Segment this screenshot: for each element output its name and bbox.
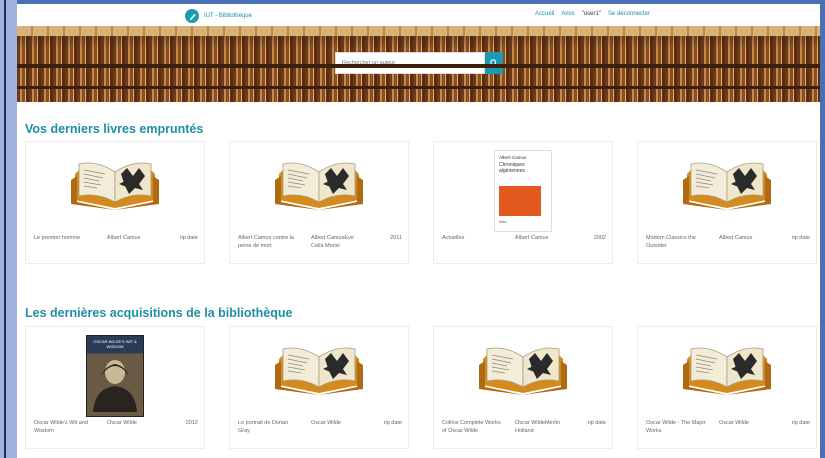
wilde-book-cover: OSCAR WILDE'S WIT & WISDOM bbox=[86, 335, 144, 417]
book-title: Albert Camus contre la peine de mort bbox=[238, 235, 294, 249]
book-title: Actuelles bbox=[442, 235, 465, 241]
book-cover-area[interactable] bbox=[638, 339, 816, 409]
book-card[interactable]: Albert Camus Chroniques algériennes folio A… bbox=[433, 141, 613, 264]
book-author: Oscar Wilde bbox=[311, 420, 341, 426]
brand-title: IUT - Bibliothèque bbox=[204, 13, 252, 19]
book-cover-area[interactable] bbox=[26, 154, 204, 224]
book-icon bbox=[71, 162, 159, 210]
nav-current-user[interactable]: "user1" bbox=[582, 11, 601, 17]
book-card[interactable]: Modern Classics the Outsider Albert Camus… bbox=[637, 141, 817, 264]
book-meta: Modern Classics the Outsider Albert Camus… bbox=[646, 234, 810, 250]
book-cover-area[interactable] bbox=[230, 339, 408, 409]
nav-link-amis[interactable]: Amis bbox=[561, 11, 574, 17]
book-meta: Collins Complete Works of Oscar Wilde Osc… bbox=[442, 419, 606, 435]
book-author: Albert Camus bbox=[107, 235, 141, 241]
top-navbar: IUT - Bibliothèque Accueil Amis "user1" … bbox=[17, 4, 820, 26]
window-left-edge bbox=[0, 0, 17, 458]
book-card[interactable]: Le portrait de Dorian Gray Oscar Wilde rip… bbox=[229, 326, 409, 449]
nav-link-accueil[interactable]: Accueil bbox=[535, 11, 554, 17]
book-author: Oscar Wilde bbox=[719, 420, 749, 426]
book-author: Albert CamusEve Celia Morisi bbox=[311, 235, 354, 249]
book-date: rip date bbox=[179, 235, 198, 241]
book-date: rip date bbox=[791, 235, 810, 241]
section-title-acquisitions: Les dernières acquisitions de la bibliot… bbox=[25, 306, 293, 320]
book-title: Oscar Wilde - The Major Works bbox=[646, 420, 706, 434]
book-meta: Le portrait de Dorian Gray Oscar Wilde rip… bbox=[238, 419, 402, 435]
book-author: Oscar Wilde bbox=[107, 420, 137, 426]
book-meta: Oscar Wilde - The Major Works Oscar Wilde… bbox=[646, 419, 810, 435]
library-hero-banner bbox=[17, 26, 820, 102]
search-icon bbox=[490, 59, 498, 67]
book-date: 2011 bbox=[390, 235, 402, 241]
book-meta: Le premier homme Albert Camus rip date bbox=[34, 234, 198, 242]
book-date: rip date bbox=[791, 420, 810, 426]
book-icon bbox=[683, 162, 771, 210]
book-cover-area[interactable]: OSCAR WILDE'S WIT & WISDOM bbox=[26, 335, 204, 417]
book-meta: Albert Camus contre la peine de mort Albe… bbox=[238, 234, 402, 250]
book-meta: Actuelles Albert Camus 2002 bbox=[442, 234, 606, 242]
book-date: 2002 bbox=[593, 235, 606, 241]
cover-art bbox=[499, 186, 541, 216]
book-icon bbox=[275, 347, 363, 395]
nav-links: Accueil Amis "user1" Se déconnecter bbox=[535, 11, 650, 17]
book-author: Albert Camus bbox=[719, 235, 753, 241]
book-card[interactable]: Le premier homme Albert Camus rip date bbox=[25, 141, 205, 264]
cover-title: Chroniques algériennes bbox=[499, 162, 525, 174]
book-cover-area[interactable]: Albert Camus Chroniques algériennes folio bbox=[434, 150, 612, 232]
book-card[interactable]: Oscar Wilde - The Major Works Oscar Wilde… bbox=[637, 326, 817, 449]
book-card[interactable]: OSCAR WILDE'S WIT & WISDOM Oscar Wilde's … bbox=[25, 326, 205, 449]
section-title-borrowed: Vos derniers livres empruntés bbox=[25, 122, 204, 136]
book-title: Le portrait de Dorian Gray bbox=[238, 420, 289, 434]
book-title: Le premier homme bbox=[34, 235, 81, 241]
book-icon bbox=[275, 162, 363, 210]
book-cover-area[interactable] bbox=[638, 154, 816, 224]
book-logo-icon bbox=[185, 9, 199, 23]
book-title: Collins Complete Works of Oscar Wilde bbox=[442, 420, 501, 434]
browser-viewport: IUT - Bibliothèque Accueil Amis "user1" … bbox=[17, 4, 820, 458]
book-date: rip date bbox=[587, 420, 606, 426]
nav-link-logout[interactable]: Se déconnecter bbox=[608, 11, 650, 17]
book-title: Modern Classics the Outsider bbox=[646, 235, 696, 249]
book-cover-area[interactable] bbox=[230, 154, 408, 224]
book-date: 2012 bbox=[185, 420, 198, 426]
book-meta: Oscar Wilde's Wit and Wisdom Oscar Wilde 2… bbox=[34, 419, 198, 435]
cover-title: OSCAR WILDE'S WIT & WISDOM bbox=[93, 339, 137, 349]
book-title: Oscar Wilde's Wit and Wisdom bbox=[34, 420, 88, 434]
portrait-image bbox=[93, 360, 137, 412]
book-icon bbox=[479, 347, 567, 395]
brand[interactable]: IUT - Bibliothèque bbox=[185, 8, 252, 24]
book-icon bbox=[683, 347, 771, 395]
camus-book-cover: Albert Camus Chroniques algériennes folio bbox=[494, 150, 552, 232]
search-input[interactable] bbox=[335, 52, 485, 74]
book-author: Oscar WildeMerlin Holland bbox=[515, 420, 560, 434]
book-cover-area[interactable] bbox=[434, 339, 612, 409]
book-author: Albert Camus bbox=[515, 235, 549, 241]
book-card[interactable]: Collins Complete Works of Oscar Wilde Osc… bbox=[433, 326, 613, 449]
book-date: rip date bbox=[383, 420, 402, 426]
book-card[interactable]: Albert Camus contre la peine de mort Albe… bbox=[229, 141, 409, 264]
cover-author: Albert Camus bbox=[499, 155, 527, 160]
cover-publisher: folio bbox=[499, 219, 507, 224]
search-button[interactable] bbox=[485, 52, 503, 74]
